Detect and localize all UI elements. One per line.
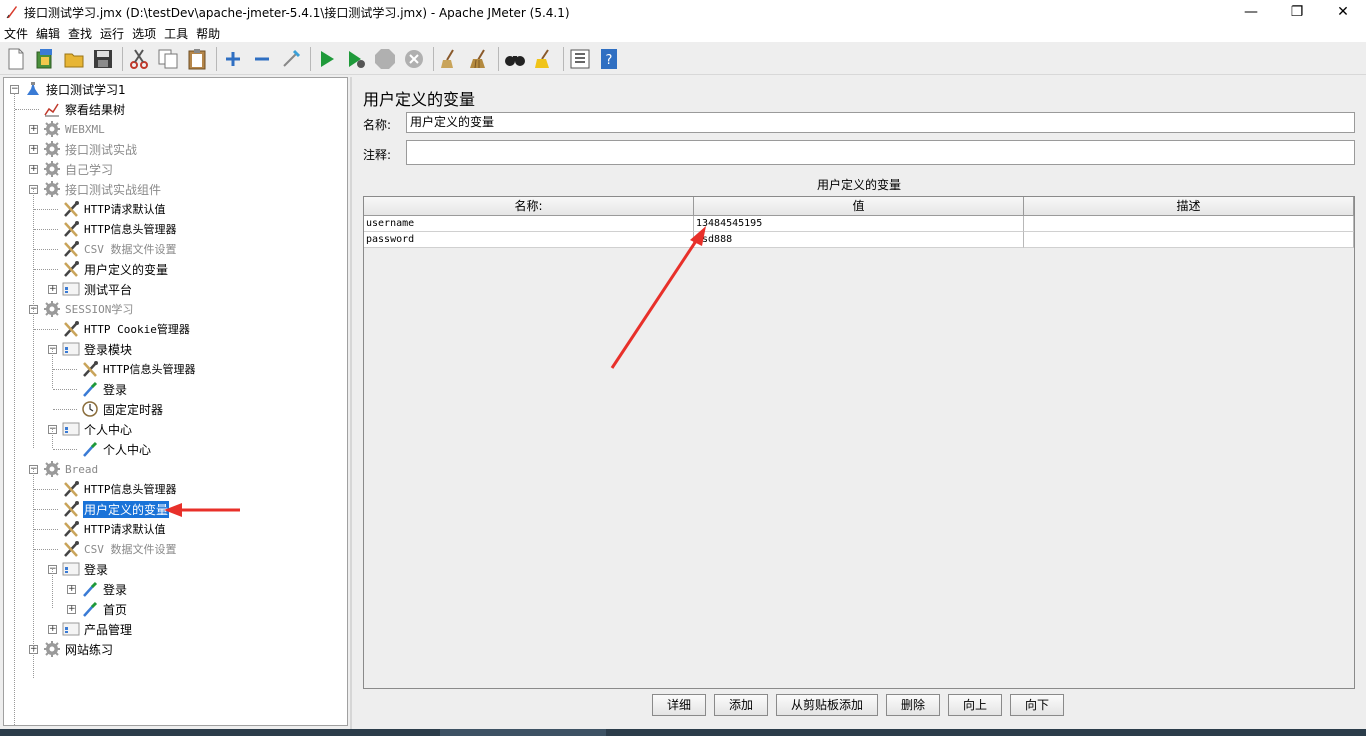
annotation-overlay xyxy=(164,226,706,517)
os-taskbar xyxy=(0,729,1366,736)
annotation-arrow-to-value xyxy=(610,226,706,369)
taskbar-app-segment[interactable] xyxy=(440,729,606,736)
annotation-arrow-to-tree-node xyxy=(164,503,240,517)
